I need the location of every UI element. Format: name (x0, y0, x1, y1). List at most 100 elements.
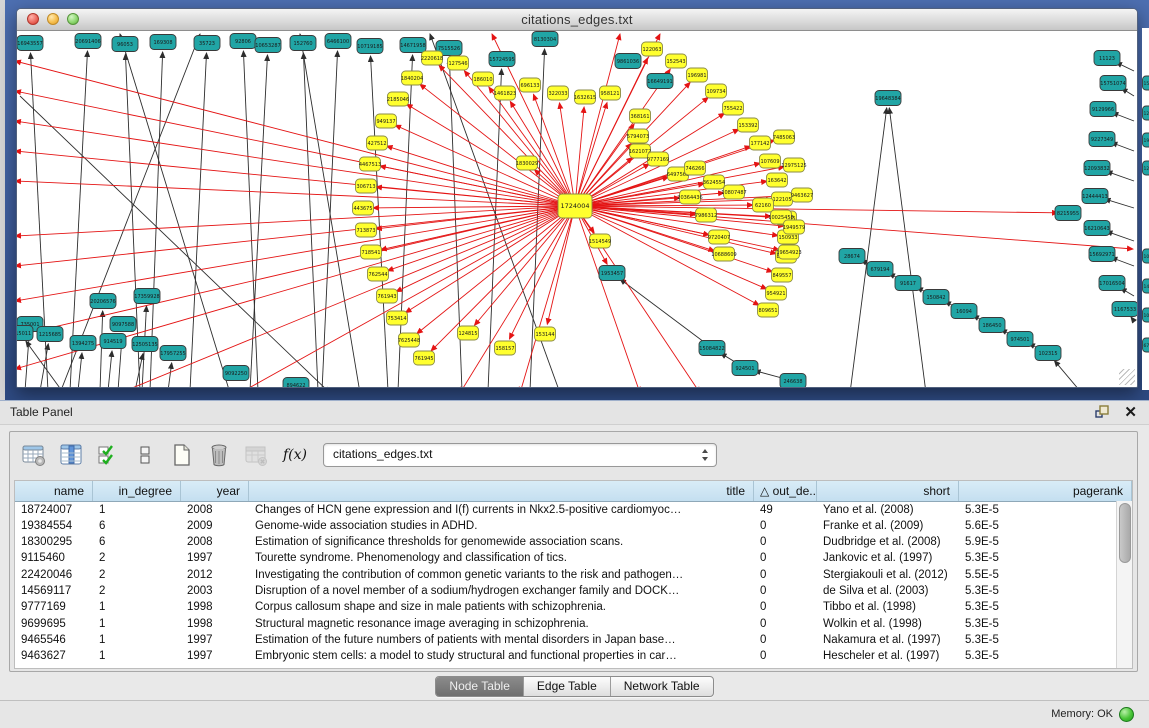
table-cell[interactable]: 1997 (181, 551, 249, 567)
table-cell[interactable]: 1 (93, 616, 181, 632)
vertical-scrollbar[interactable] (1116, 501, 1132, 668)
graph-node[interactable]: 96053 (112, 37, 138, 52)
graph-node[interactable]: 1953457 (599, 266, 625, 281)
graph-node[interactable]: 3915011 (17, 326, 33, 341)
graph-node[interactable]: 2185046 (387, 92, 409, 106)
graph-node[interactable]: 152543 (666, 54, 687, 68)
graph-node[interactable]: 954921 (766, 286, 787, 300)
graph-node[interactable]: 9463627 (791, 188, 813, 202)
graph-node[interactable]: 894622 (283, 378, 309, 388)
row-select-icon[interactable] (95, 442, 121, 468)
column-header-title[interactable]: title (249, 481, 754, 501)
table-cell[interactable]: 2012 (181, 567, 249, 583)
table-cell[interactable]: Jankovic et al. (1997) (817, 551, 959, 567)
table-cell[interactable]: 1997 (181, 632, 249, 648)
graph-node[interactable]: 20691406 (75, 34, 101, 49)
graph-node[interactable]: 713873 (356, 223, 377, 237)
network-window[interactable]: citations_edges.txt 16943557206914069605… (16, 8, 1138, 388)
graph-node[interactable]: 746266 (685, 161, 706, 175)
graph-node[interactable]: 28674 (839, 249, 865, 264)
graph-node[interactable]: 3624554 (703, 175, 725, 189)
table-row[interactable]: 977716911998Corpus callosum shape and si… (15, 600, 1132, 616)
table-cell[interactable]: Structural magnetic resonance image aver… (249, 616, 754, 632)
table-cell[interactable]: 2009 (181, 518, 249, 534)
graph-node[interactable]: 16210643 (1084, 221, 1110, 236)
table-cell[interactable]: 0 (754, 616, 817, 632)
graph-node[interactable]: 8215955 (1055, 206, 1081, 221)
table-cell[interactable]: Investigating the contribution of common… (249, 567, 754, 583)
graph-node[interactable]: 914519 (100, 334, 126, 349)
graph-node[interactable]: 10719185 (357, 39, 383, 54)
graph-node[interactable]: 109734 (706, 84, 727, 98)
table-cell[interactable]: 1 (93, 600, 181, 616)
graph-node[interactable]: 19648384 (875, 91, 901, 106)
window-titlebar[interactable]: citations_edges.txt (17, 9, 1137, 31)
graph-node[interactable]: 427512 (367, 136, 388, 150)
table-cell[interactable]: 0 (754, 600, 817, 616)
graph-node[interactable]: 9129966 (1090, 102, 1116, 117)
graph-node[interactable]: 443675 (353, 201, 374, 215)
table-row[interactable]: 946362711997Embryonic stem cells: a mode… (15, 649, 1132, 665)
graph-node[interactable]: 122063 (642, 42, 663, 56)
table-row[interactable]: 1938455462009Genome-wide association stu… (15, 518, 1132, 534)
column-header-pagerank[interactable]: pagerank (959, 481, 1132, 501)
graph-node[interactable]: 718541 (361, 245, 382, 259)
graph-node[interactable]: 107609 (760, 154, 781, 168)
graph-node[interactable]: 35723 (194, 36, 220, 51)
graph-node[interactable]: 949137 (376, 114, 397, 128)
graph-node[interactable]: 153144 (535, 327, 556, 341)
graph-node[interactable]: 91617 (895, 276, 921, 291)
graph-node[interactable]: 10688609 (711, 247, 736, 261)
tab-edge-table[interactable]: Edge Table (524, 677, 611, 696)
graph-node[interactable]: 12505135 (132, 337, 158, 352)
table-cell[interactable]: de Silva et al. (2003) (817, 583, 959, 599)
column-header-name[interactable]: name (15, 481, 93, 501)
table-cell[interactable]: 6 (93, 518, 181, 534)
table-cell[interactable]: Disruption of a novel member of a sodium… (249, 583, 754, 599)
graph-node[interactable]: 153392 (738, 118, 759, 132)
table-cell[interactable]: 6 (93, 535, 181, 551)
graph-node[interactable]: 5794073 (627, 129, 649, 143)
table-cell[interactable]: 2008 (181, 535, 249, 551)
graph-node[interactable]: 9720407 (708, 230, 730, 244)
table-cell[interactable]: 5.3E-5 (959, 632, 1132, 648)
graph-node[interactable]: 1394275 (70, 336, 96, 351)
table-cell[interactable]: 5.3E-5 (959, 551, 1132, 567)
table-row[interactable]: 1872400712008Changes of HCN gene express… (15, 502, 1132, 518)
table-row[interactable]: 1830029562008Estimation of significance … (15, 535, 1132, 551)
table-cell[interactable]: 0 (754, 567, 817, 583)
graph-node[interactable]: 679194 (867, 262, 893, 277)
column-header-out-degree[interactable]: △ out_de... (754, 481, 817, 501)
graph-node[interactable]: 12093832 (1084, 161, 1110, 176)
table-cell[interactable]: 0 (754, 632, 817, 648)
graph-node[interactable]: 11123 (1094, 51, 1120, 66)
graph-node[interactable]: 6466100 (325, 34, 351, 49)
graph-node[interactable]: 1514549 (589, 234, 611, 248)
graph-node[interactable]: 974501 (1007, 332, 1033, 347)
table-settings-icon[interactable] (21, 442, 47, 468)
graph-node[interactable]: 14671958 (400, 38, 426, 53)
graph-node[interactable]: 62160 (753, 198, 774, 212)
graph-node[interactable]: 849557 (772, 268, 793, 282)
close-panel-icon[interactable]: ✕ (1124, 403, 1137, 421)
graph-node[interactable]: 15084822 (699, 341, 725, 356)
table-cell[interactable]: Corpus callosum shape and size in male p… (249, 600, 754, 616)
graph-node[interactable]: 1215685 (37, 327, 63, 342)
table-cell[interactable]: 5.5E-5 (959, 567, 1132, 583)
graph-node[interactable]: 9092250 (223, 366, 249, 381)
graph-node[interactable]: 92806 (230, 34, 256, 49)
scrollbar-thumb[interactable] (1119, 503, 1131, 563)
graph-node[interactable]: 12444413 (1082, 189, 1108, 204)
graph-node[interactable]: 8130304 (532, 32, 558, 47)
float-panel-icon[interactable] (1095, 405, 1111, 419)
graph-node[interactable]: 9861036 (615, 54, 641, 69)
graph-node[interactable]: 169308 (150, 35, 176, 50)
table-row[interactable]: 969969511998Structural magnetic resonanc… (15, 616, 1132, 632)
table-cell[interactable]: 2 (93, 583, 181, 599)
table-cell[interactable]: 1997 (181, 649, 249, 665)
table-cell[interactable]: Embryonic stem cells: a model to study s… (249, 649, 754, 665)
graph-node[interactable]: 15724595 (489, 52, 515, 67)
new-file-icon[interactable] (169, 442, 195, 468)
delete-icon[interactable] (206, 442, 232, 468)
graph-node[interactable]: 755422 (723, 101, 744, 115)
